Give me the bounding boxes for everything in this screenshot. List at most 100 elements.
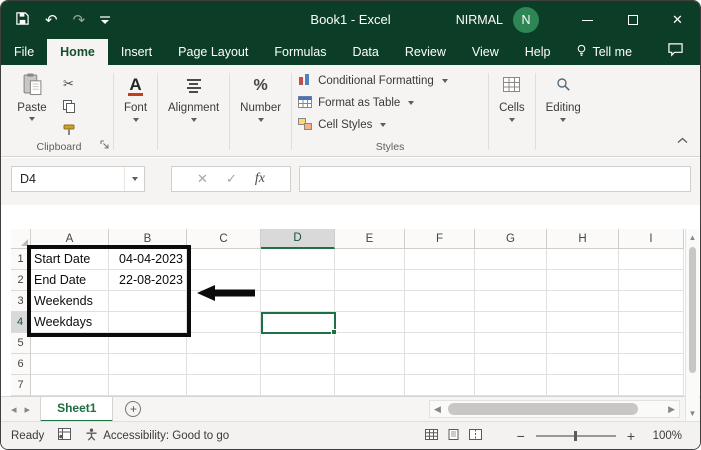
cell-A2[interactable]: End Date bbox=[31, 270, 109, 291]
tab-insert[interactable]: Insert bbox=[108, 39, 165, 65]
number-dropdown[interactable]: % Number bbox=[232, 68, 289, 156]
cut-button[interactable]: ✂ bbox=[63, 76, 74, 92]
cell-F2[interactable] bbox=[405, 270, 475, 291]
alignment-dropdown[interactable]: Alignment bbox=[160, 68, 227, 156]
page-break-view-icon[interactable] bbox=[468, 428, 482, 443]
cell-F1[interactable] bbox=[405, 249, 475, 270]
cell-A1[interactable]: Start Date bbox=[31, 249, 109, 270]
scroll-right-icon[interactable]: ▶ bbox=[664, 404, 679, 415]
tab-tell-me[interactable]: Tell me bbox=[563, 39, 645, 65]
copy-button[interactable] bbox=[63, 100, 75, 116]
cell-B2[interactable]: 22-08-2023 bbox=[109, 270, 187, 291]
cell-F3[interactable] bbox=[405, 291, 475, 312]
close-button[interactable]: ✕ bbox=[655, 1, 700, 39]
column-header-G[interactable]: G bbox=[475, 229, 547, 249]
column-header-E[interactable]: E bbox=[335, 229, 405, 249]
column-header-H[interactable]: H bbox=[547, 229, 619, 249]
zoom-in-icon[interactable]: + bbox=[627, 428, 635, 444]
cell-C6[interactable] bbox=[187, 354, 261, 375]
cell-H2[interactable] bbox=[547, 270, 619, 291]
cell-I5[interactable] bbox=[619, 333, 684, 354]
zoom-slider[interactable] bbox=[535, 430, 616, 441]
cell-H4[interactable] bbox=[547, 312, 619, 333]
horizontal-scroll-thumb[interactable] bbox=[447, 403, 638, 415]
page-layout-view-icon[interactable] bbox=[447, 428, 460, 443]
tab-file[interactable]: File bbox=[1, 39, 47, 65]
cell-B4[interactable] bbox=[109, 312, 187, 333]
format-as-table-button[interactable]: Format as Table bbox=[294, 92, 486, 114]
cell-F7[interactable] bbox=[405, 375, 475, 396]
cell-I2[interactable] bbox=[619, 270, 684, 291]
row-header-6[interactable]: 6 bbox=[11, 354, 31, 375]
cell-G3[interactable] bbox=[475, 291, 547, 312]
zoom-slider-thumb[interactable] bbox=[573, 430, 577, 441]
row-header-2[interactable]: 2 bbox=[11, 270, 31, 291]
cell-G5[interactable] bbox=[475, 333, 547, 354]
paste-button[interactable]: Paste bbox=[9, 72, 55, 121]
cell-H6[interactable] bbox=[547, 354, 619, 375]
tab-review[interactable]: Review bbox=[392, 39, 459, 65]
cell-D6[interactable] bbox=[261, 354, 335, 375]
enter-entry-icon[interactable]: ✓ bbox=[226, 171, 237, 187]
cell-E1[interactable] bbox=[335, 249, 405, 270]
tab-data[interactable]: Data bbox=[339, 39, 391, 65]
column-header-B[interactable]: B bbox=[109, 229, 187, 249]
cell-H7[interactable] bbox=[547, 375, 619, 396]
sheet-tab-sheet1[interactable]: Sheet1 bbox=[40, 396, 114, 422]
cell-I1[interactable] bbox=[619, 249, 684, 270]
horizontal-scrollbar[interactable]: ◀ ▶ bbox=[429, 400, 680, 418]
cell-E7[interactable] bbox=[335, 375, 405, 396]
cell-B1[interactable]: 04-04-2023 bbox=[109, 249, 187, 270]
tab-home[interactable]: Home bbox=[47, 39, 108, 65]
maximize-button[interactable] bbox=[610, 1, 655, 39]
cell-E2[interactable] bbox=[335, 270, 405, 291]
add-sheet-icon[interactable]: + bbox=[125, 401, 142, 417]
cell-I4[interactable] bbox=[619, 312, 684, 333]
minimize-button[interactable] bbox=[565, 1, 610, 39]
cell-B7[interactable] bbox=[109, 375, 187, 396]
conditional-formatting-button[interactable]: Conditional Formatting bbox=[294, 70, 486, 92]
cell-D7[interactable] bbox=[261, 375, 335, 396]
cell-F6[interactable] bbox=[405, 354, 475, 375]
sheet-nav-left-icon[interactable]: ◂ bbox=[11, 403, 17, 416]
fill-handle[interactable] bbox=[331, 329, 337, 335]
cell-I3[interactable] bbox=[619, 291, 684, 312]
cell-G4[interactable] bbox=[475, 312, 547, 333]
formula-input[interactable] bbox=[299, 166, 691, 192]
user-avatar[interactable]: N bbox=[513, 7, 539, 33]
tab-formulas[interactable]: Formulas bbox=[261, 39, 339, 65]
cell-G6[interactable] bbox=[475, 354, 547, 375]
customize-qat-dropdown-icon[interactable] bbox=[100, 12, 111, 29]
cell-H3[interactable] bbox=[547, 291, 619, 312]
macro-record-icon[interactable] bbox=[58, 428, 72, 443]
cell-H1[interactable] bbox=[547, 249, 619, 270]
zoom-level[interactable]: 100% bbox=[646, 430, 682, 442]
cell-B3[interactable] bbox=[109, 291, 187, 312]
cell-D1[interactable] bbox=[261, 249, 335, 270]
cell-A6[interactable] bbox=[31, 354, 109, 375]
tab-view[interactable]: View bbox=[459, 39, 512, 65]
cell-A4[interactable]: Weekdays bbox=[31, 312, 109, 333]
cell-D5[interactable] bbox=[261, 333, 335, 354]
vertical-scroll-thumb[interactable] bbox=[689, 247, 696, 373]
cell-F4[interactable] bbox=[405, 312, 475, 333]
comments-icon[interactable] bbox=[667, 42, 684, 62]
column-header-A[interactable]: A bbox=[31, 229, 109, 249]
cell-C7[interactable] bbox=[187, 375, 261, 396]
collapse-ribbon-icon[interactable] bbox=[677, 131, 688, 149]
scroll-left-icon[interactable]: ◀ bbox=[430, 404, 445, 415]
scroll-up-icon[interactable]: ▲ bbox=[686, 229, 699, 245]
sheet-nav-right-icon[interactable]: ▸ bbox=[25, 403, 31, 416]
cell-E6[interactable] bbox=[335, 354, 405, 375]
cell-G2[interactable] bbox=[475, 270, 547, 291]
cell-E5[interactable] bbox=[335, 333, 405, 354]
insert-function-icon[interactable]: fx bbox=[255, 171, 265, 187]
column-header-F[interactable]: F bbox=[405, 229, 475, 249]
redo-button[interactable]: ↷ bbox=[73, 13, 86, 28]
save-icon[interactable] bbox=[15, 11, 30, 30]
cell-E4[interactable] bbox=[335, 312, 405, 333]
cell-C1[interactable] bbox=[187, 249, 261, 270]
font-dropdown[interactable]: A Font bbox=[116, 68, 155, 156]
cell-A7[interactable] bbox=[31, 375, 109, 396]
undo-button[interactable]: ↶ bbox=[45, 13, 58, 28]
